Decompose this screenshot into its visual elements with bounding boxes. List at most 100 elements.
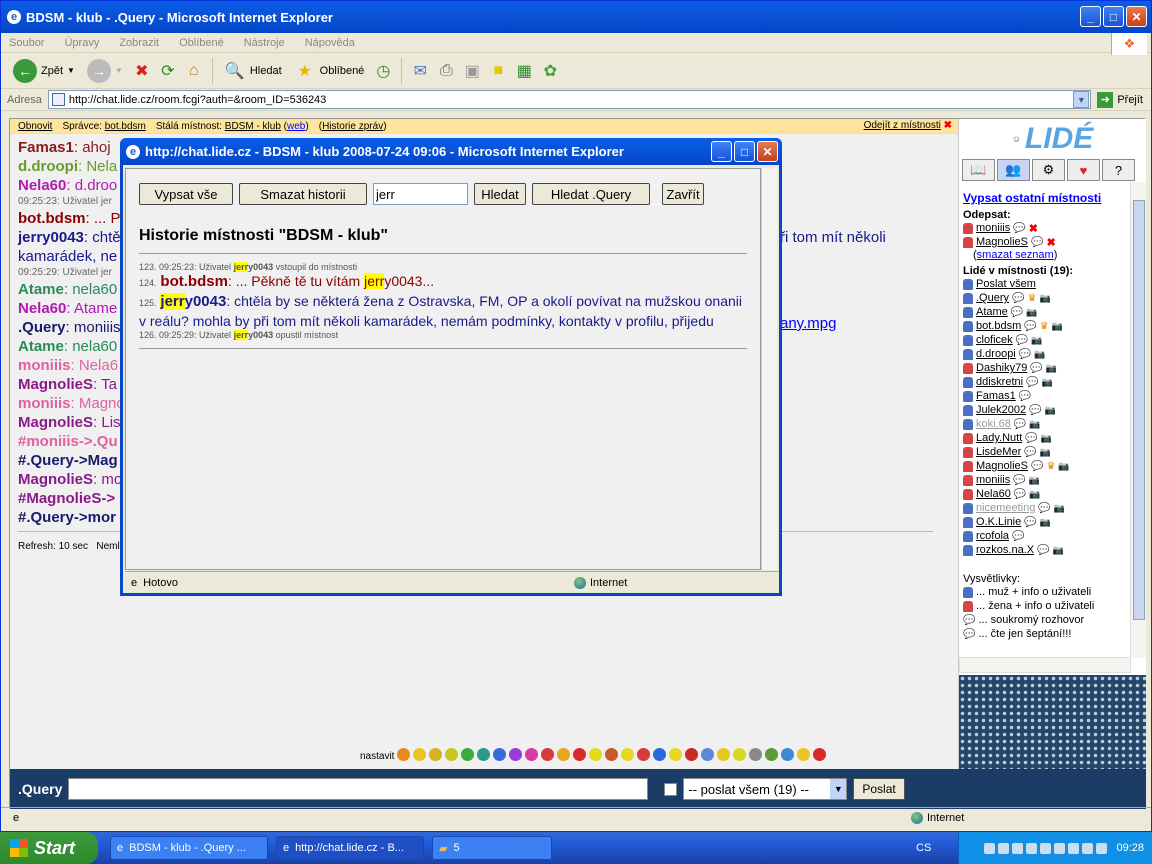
user-link[interactable]: Famas1 (976, 390, 1016, 402)
user-link[interactable]: d.droopi (976, 348, 1016, 360)
tray-icon[interactable] (1054, 842, 1066, 854)
tray-icon[interactable] (1040, 842, 1052, 854)
user-link[interactable]: .Query (976, 292, 1009, 304)
chat-nick[interactable]: moniiis (18, 395, 71, 412)
menu-file[interactable]: Soubor (9, 37, 44, 49)
forward-button[interactable]: → ▼ (83, 57, 127, 85)
chat-bubble-icon[interactable]: 💬 (1024, 321, 1036, 332)
chat-bubble-icon[interactable]: 💬 (1012, 293, 1024, 304)
chat-nick[interactable]: #.Query->mor (18, 509, 116, 526)
camera-icon[interactable]: 📷 (1040, 517, 1051, 528)
start-button[interactable]: Start (0, 832, 98, 864)
chat-bubble-icon[interactable]: 💬 (1016, 335, 1028, 346)
room-link[interactable]: BDSM - klub (225, 121, 281, 132)
home-icon[interactable]: ⌂ (183, 60, 205, 82)
user-link[interactable]: bot.bdsm (976, 320, 1021, 332)
chat-nick[interactable]: d.droopi (18, 158, 78, 175)
smiley-icon[interactable] (397, 748, 411, 761)
clear-list-link[interactable]: smazat seznam (977, 249, 1054, 261)
camera-icon[interactable]: 📷 (1052, 321, 1063, 332)
chat-bubble-icon[interactable]: 💬 (1011, 307, 1023, 318)
smiley-icon[interactable] (733, 748, 747, 761)
male-user-icon[interactable] (963, 292, 973, 304)
smiley-icon[interactable] (653, 748, 667, 761)
user-link[interactable]: cloficek (976, 334, 1013, 346)
male-user-icon[interactable] (963, 306, 973, 318)
chat-bubble-icon[interactable]: 💬 (1019, 391, 1031, 402)
user-link[interactable]: moniiis (976, 474, 1010, 486)
maximize-button[interactable]: □ (1103, 6, 1124, 27)
female-user-icon[interactable] (963, 446, 973, 458)
tray-icon[interactable] (984, 842, 996, 854)
male-user-icon[interactable] (963, 348, 973, 360)
camera-icon[interactable]: 📷 (1041, 433, 1052, 444)
unsub-user-link[interactable]: MagnolieS (976, 236, 1028, 248)
popup-maximize-button[interactable]: □ (734, 141, 755, 162)
tray-icon[interactable] (1082, 842, 1094, 854)
icq-flower-icon[interactable]: ✿ (539, 60, 561, 82)
tab-heart-icon[interactable]: ♥ (1067, 159, 1100, 181)
menu-edit[interactable]: Úpravy (64, 37, 99, 49)
search-button[interactable]: Hledat (474, 183, 526, 205)
send-all-link[interactable]: Poslat všem (976, 278, 1036, 290)
smiley-icon[interactable] (477, 748, 491, 761)
close-history-button[interactable]: Zavřít (662, 183, 704, 205)
camera-icon[interactable]: 📷 (1029, 489, 1040, 500)
video-link[interactable]: any.mpg (780, 315, 836, 332)
popup-minimize-button[interactable]: _ (711, 141, 732, 162)
female-user-icon[interactable] (963, 432, 973, 444)
camera-icon[interactable]: 📷 (1026, 307, 1037, 318)
smiley-settings-link[interactable]: nastavit (360, 751, 394, 762)
smiley-icon[interactable] (445, 748, 459, 761)
chat-bubble-icon[interactable]: 💬 (1013, 475, 1025, 486)
male-user-icon[interactable] (963, 376, 973, 388)
messenger-icon[interactable]: ▦ (513, 60, 535, 82)
refresh-link[interactable]: Obnovit (18, 121, 52, 132)
male-user-icon[interactable] (963, 530, 973, 542)
send-all-item[interactable]: Poslat všem (963, 277, 1142, 291)
minimize-button[interactable]: _ (1080, 6, 1101, 27)
camera-icon[interactable]: 📷 (1058, 461, 1069, 472)
tab-gear-icon[interactable]: ⚙ (1032, 159, 1065, 181)
smiley-icon[interactable] (493, 748, 507, 761)
tray-icon[interactable] (1012, 842, 1024, 854)
user-link[interactable]: O.K.Linie (976, 516, 1021, 528)
history-link[interactable]: Historie zpráv (322, 121, 383, 132)
chat-nick[interactable]: moniiis (18, 357, 71, 374)
female-user-icon[interactable] (963, 460, 973, 472)
message-input[interactable] (68, 778, 649, 800)
camera-icon[interactable]: 📷 (1031, 335, 1042, 346)
smiley-icon[interactable] (573, 748, 587, 761)
sidebar-hscrollbar[interactable] (959, 657, 1131, 673)
unsub-user-link[interactable]: moniiis (976, 222, 1010, 234)
user-link[interactable]: Atame (976, 306, 1008, 318)
smiley-icon[interactable] (637, 748, 651, 761)
history-search-input[interactable] (373, 183, 468, 205)
clear-history-button[interactable]: Smazat historii (239, 183, 367, 205)
chat-nick[interactable]: Atame (18, 338, 64, 355)
show-all-button[interactable]: Vypsat vše (139, 183, 233, 205)
chat-bubble-icon[interactable]: 💬 (1024, 517, 1036, 528)
user-link[interactable]: rozkos.na.X (976, 544, 1034, 556)
refresh-icon[interactable]: ⟳ (157, 60, 179, 82)
edit-icon[interactable]: ▣ (461, 60, 483, 82)
male-user-icon[interactable] (963, 390, 973, 402)
notes-icon[interactable]: ■ (487, 60, 509, 82)
user-link[interactable]: rcofola (976, 530, 1009, 542)
chat-bubble-icon[interactable]: 💬 (1012, 531, 1024, 542)
language-indicator[interactable]: CS (916, 842, 931, 854)
camera-icon[interactable]: 📷 (1034, 349, 1045, 360)
tab-help-icon[interactable]: ? (1102, 159, 1135, 181)
smiley-icon[interactable] (461, 748, 475, 761)
male-user-icon[interactable] (963, 334, 973, 346)
camera-icon[interactable]: 📷 (1054, 503, 1065, 514)
history-icon[interactable]: ◷ (372, 60, 394, 82)
male-user-icon[interactable] (963, 404, 973, 416)
smiley-icon[interactable] (621, 748, 635, 761)
chat-nick[interactable]: jerry0043 (18, 229, 84, 246)
leave-room-link[interactable]: Odejít z místnosti (864, 120, 941, 131)
stop-icon[interactable]: ✖ (131, 60, 153, 82)
menu-favorites[interactable]: Oblíbené (179, 37, 224, 49)
tray-icon[interactable] (998, 842, 1010, 854)
admin-link[interactable]: bot.bdsm (105, 121, 146, 132)
